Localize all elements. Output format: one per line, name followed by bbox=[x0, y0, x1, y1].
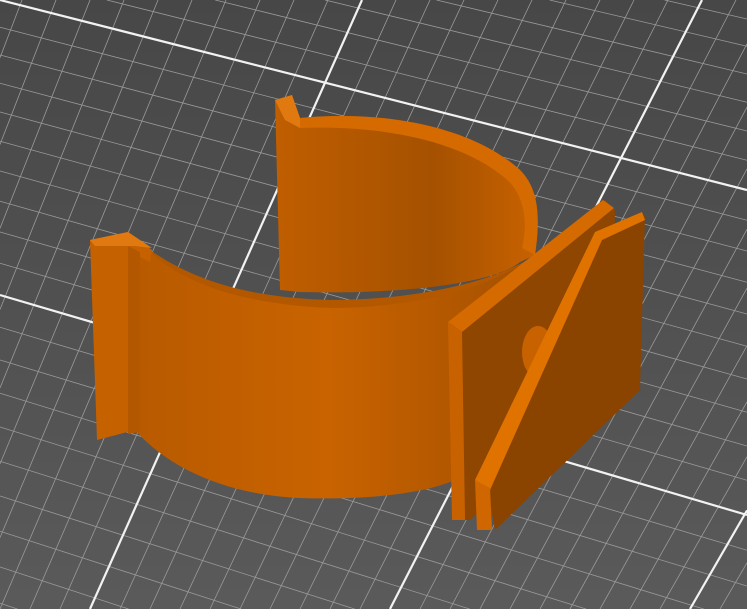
left-flange-face bbox=[128, 246, 140, 434]
3d-viewport[interactable] bbox=[0, 0, 747, 609]
scene[interactable] bbox=[0, 0, 747, 609]
